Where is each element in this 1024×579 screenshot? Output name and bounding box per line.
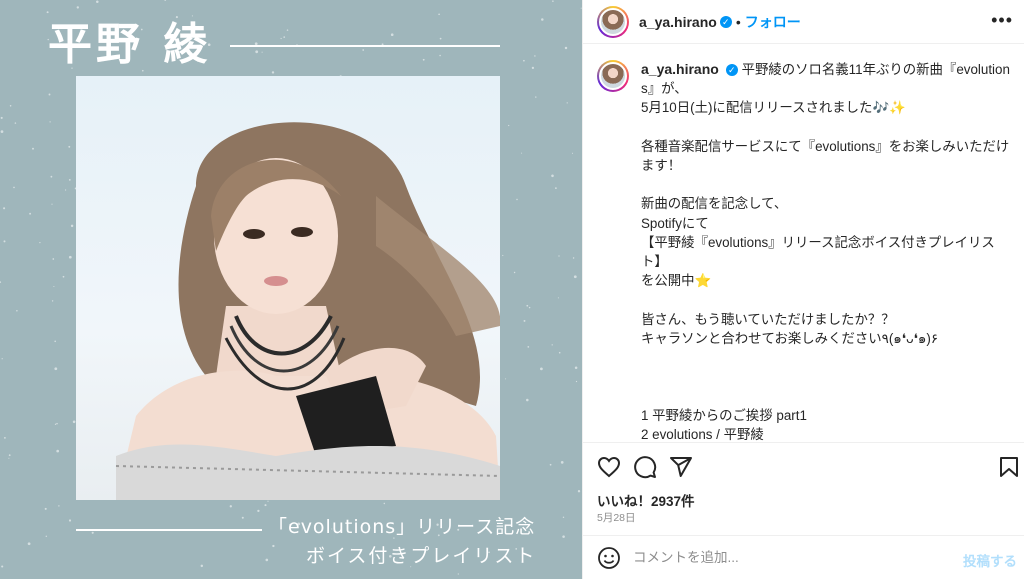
comment-bar: 投稿する [583,535,1024,579]
caption-text: a_ya.hirano ✓ 平野綾のソロ名義11年ぶりの新曲『evolutions… [641,60,1011,442]
caption-body: 平野綾のソロ名義11年ぶりの新曲『evolutions』が、 5月10日(土)に… [641,62,1010,442]
like-count[interactable]: いいね！2937件 [597,490,695,510]
image-caption-line1: 「evolutions」リリース記念 [268,516,536,538]
verified-badge-icon: ✓ [719,15,732,28]
send-icon[interactable] [669,455,693,479]
caption-area[interactable]: a_ya.hirano ✓ 平野綾のソロ名義11年ぶりの新曲『evolutions… [583,44,1024,442]
artist-portrait-illustration [115,122,500,500]
header-separator: • [735,13,741,30]
avatar[interactable] [597,5,629,38]
post-comment-button[interactable]: 投稿する [963,550,1017,570]
caption-rule [76,529,262,531]
post-side-panel: a_ya.hirano ✓ • フォロー ••• a_ya.hirano ✓ 平野… [582,0,1024,579]
emoji-icon[interactable] [597,546,621,570]
post-header: a_ya.hirano ✓ • フォロー ••• [583,0,1024,44]
more-horizontal-icon[interactable]: ••• [991,10,1013,31]
caption-username[interactable]: a_ya.hirano [641,61,719,77]
image-title: 平野 綾 [48,19,212,70]
caption-avatar[interactable] [597,60,629,92]
heart-icon[interactable] [597,455,621,479]
image-caption-line2: ボイス付きプレイリスト [306,545,537,567]
post-date[interactable]: 5月28日 [597,510,636,525]
title-rule [230,45,500,47]
artist-photo [76,76,500,500]
post-image[interactable]: 平野 綾 「evolutions」リリース記念 ボイス付きプレイリスト [0,0,582,579]
follow-button[interactable]: フォロー [745,12,801,32]
action-bar [583,442,1024,488]
bookmark-icon[interactable] [997,455,1021,479]
comment-icon[interactable] [633,455,657,479]
header-username[interactable]: a_ya.hirano [639,14,717,30]
verified-badge-icon: ✓ [725,64,738,77]
comment-input[interactable] [633,550,953,565]
